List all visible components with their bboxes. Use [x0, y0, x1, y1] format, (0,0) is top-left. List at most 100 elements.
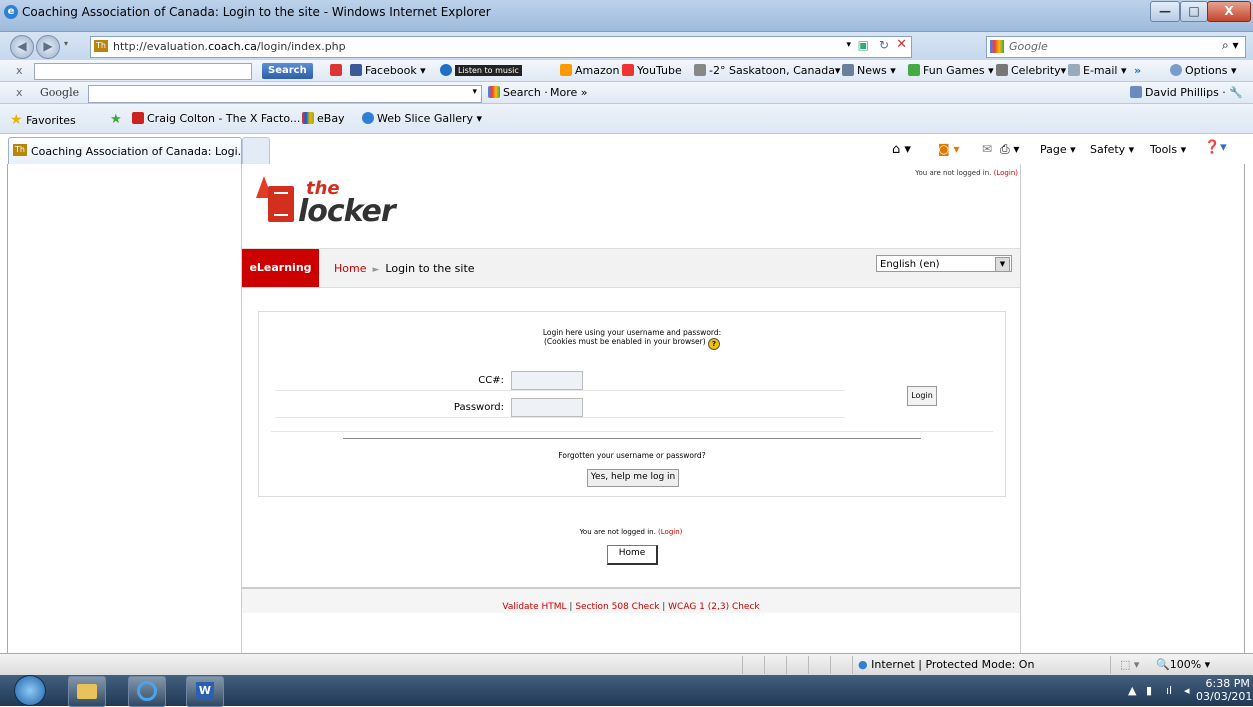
toolbar-item-weather[interactable]: -2° Saskatoon, Canada▾ [694, 64, 840, 77]
toolbar-options-button[interactable]: Options ▾ [1170, 64, 1236, 77]
google-toolbar-search-button[interactable]: Search · [488, 86, 548, 99]
google-toolbar-user-button[interactable]: David Phillips · 🔧 [1130, 86, 1243, 99]
security-zone[interactable]: ● Internet | Protected Mode: On [858, 658, 1034, 671]
toolbar-item-facebook[interactable]: Facebook ▾ [350, 64, 426, 77]
globe-icon: ● [858, 658, 868, 671]
favorites-button[interactable]: ★ Favorites [10, 112, 76, 128]
google-toolbar-more-button[interactable]: More » [550, 86, 588, 99]
wrench-icon[interactable]: 🔧 [1229, 86, 1243, 99]
nav-bar: eLearning Home ► Login to the site English… [242, 248, 1020, 288]
home-icon[interactable]: ⌂ ▾ [892, 142, 911, 157]
favorite-item-web-slice-gallery[interactable]: Web Slice Gallery ▾ [362, 112, 482, 125]
tab-label: Coaching Association of Canada: Logi... [31, 145, 249, 158]
toolbar-item-fun-games[interactable]: Fun Games ▾ [908, 64, 994, 77]
favorites-bar: ★ Favorites ★ Craig Colton - The X Facto… [0, 104, 1253, 134]
tray-volume-icon[interactable]: ◂ [1184, 684, 1190, 697]
favorite-item-ebay[interactable]: eBay [302, 112, 345, 125]
page-container: You are not logged in. (Login) the locke… [241, 164, 1021, 653]
minimize-button[interactable]: — [1150, 1, 1180, 22]
favorite-item-youtube[interactable]: Craig Colton - The X Facto... [132, 112, 300, 125]
ask-search-button[interactable]: Search [262, 63, 313, 79]
tab-active[interactable]: Th Coaching Association of Canada: Logi.… [8, 137, 248, 164]
toolbar-item-amazon[interactable]: Amazon [560, 64, 619, 77]
tab-favicon: Th [13, 144, 27, 156]
explorer-taskbar-icon[interactable] [68, 676, 106, 707]
google-search-provider-icon [990, 40, 1004, 53]
page-footer: Validate HTML | Section 508 Check | WCAG… [242, 587, 1020, 613]
close-button[interactable]: X [1207, 1, 1251, 22]
safety-menu-button[interactable]: Safety ▾ [1090, 143, 1134, 156]
login-status-top: You are not logged in. (Login) [915, 169, 1018, 177]
chevron-down-icon[interactable]: ▼ [995, 257, 1010, 272]
window-title-bar[interactable]: e Coaching Association of Canada: Login … [0, 0, 1253, 32]
tray-show-hidden-icon[interactable]: ▲ [1128, 684, 1136, 697]
ask-search-input[interactable] [34, 63, 252, 80]
toolbar-close-icon[interactable]: x [16, 64, 23, 77]
cc-number-input[interactable] [511, 371, 583, 390]
start-button[interactable] [14, 675, 46, 706]
ie-logo-icon: e [4, 5, 18, 19]
compatibility-view-icon[interactable]: ▣ [858, 38, 869, 52]
form-divider [275, 417, 845, 418]
home-button[interactable]: Home [607, 545, 658, 565]
the-locker-logo[interactable]: the locker [252, 172, 422, 232]
window-title: Coaching Association of Canada: Login to… [22, 5, 491, 19]
form-divider [275, 390, 845, 391]
new-tab-button[interactable] [242, 137, 270, 164]
read-mail-icon[interactable]: ✉ [982, 142, 992, 156]
help-me-log-in-button[interactable]: Yes, help me log in [587, 469, 679, 487]
address-dropdown-icon[interactable]: ▾ [846, 40, 851, 50]
tray-signal-icon[interactable]: ıl [1166, 684, 1172, 697]
login-link-bottom[interactable]: (Login) [658, 528, 682, 536]
book-icon [268, 186, 294, 222]
recent-pages-dropdown-icon[interactable]: ▾ [64, 39, 68, 48]
login-link-top[interactable]: (Login) [994, 169, 1018, 177]
horizontal-rule [343, 438, 921, 439]
zoom-level[interactable]: 🔍100% ▾ [1156, 658, 1210, 671]
elearning-tab[interactable]: eLearning [242, 249, 319, 287]
ie-taskbar-icon[interactable] [128, 676, 166, 707]
help-menu-icon[interactable]: ❓▾ [1204, 140, 1227, 155]
protected-mode-icon[interactable]: ⬚ ▾ [1120, 658, 1139, 671]
ask-toolbar: x Search Facebook ▾ Listen to music Amaz… [0, 60, 1253, 82]
forward-button[interactable]: ▶ [36, 35, 60, 59]
search-input[interactable]: Google [986, 36, 1246, 58]
login-instructions-line2: (Cookies must be enabled in your browser… [543, 337, 706, 346]
password-input[interactable] [511, 398, 583, 417]
tray-network-icon[interactable]: ▮ [1146, 684, 1152, 697]
back-button[interactable]: ◀ [10, 35, 34, 59]
language-select[interactable]: English (en) ▼ [876, 255, 1012, 272]
help-icon[interactable]: ? [708, 338, 721, 350]
stop-icon[interactable]: ✕ [896, 37, 907, 52]
form-divider [271, 431, 993, 432]
toolbar-item-news[interactable]: News ▾ [842, 64, 896, 77]
taskbar-clock[interactable]: 6:38 PM03/03/2012 [1196, 677, 1253, 703]
google-toolbar-search-input[interactable]: ▾ [88, 85, 482, 103]
section-508-link[interactable]: Section 508 Check [575, 602, 659, 612]
status-bar: ● Internet | Protected Mode: On ⬚ ▾ 🔍100… [0, 653, 1253, 675]
address-input[interactable]: Th http://evaluation.coach.ca/login/inde… [90, 36, 912, 58]
toolbar-item-youtube[interactable]: YouTube [622, 64, 682, 77]
page-menu-button[interactable]: Page ▾ [1040, 143, 1076, 156]
login-button[interactable]: Login [907, 386, 937, 406]
toolbar-overflow-button[interactable]: » [1134, 64, 1141, 77]
search-magnifier-icon[interactable]: ⌕ ▾ [1222, 38, 1239, 53]
windows-taskbar: W ▲ ▮ ıl ◂ 6:38 PM03/03/2012 [0, 675, 1253, 707]
wcag-check-link[interactable]: WCAG 1 (2,3) Check [668, 602, 760, 612]
google-toolbar-close-icon[interactable]: x [16, 86, 23, 99]
add-to-favorites-icon[interactable]: ★ [110, 112, 122, 127]
google-toolbar-brand: Google [40, 86, 80, 99]
print-icon[interactable]: ⎙ ▾ [1000, 142, 1019, 157]
toolbar-item-email[interactable]: E-mail ▾ [1068, 64, 1127, 77]
tools-menu-button[interactable]: Tools ▾ [1150, 143, 1186, 156]
validate-html-link[interactable]: Validate HTML [502, 602, 566, 612]
password-label: Password: [453, 402, 504, 413]
feeds-icon[interactable]: ◙ ▾ [938, 142, 959, 156]
listen-music-button[interactable]: Listen to music [440, 64, 522, 77]
maximize-button[interactable]: □ [1180, 1, 1208, 22]
word-taskbar-icon[interactable]: W [186, 676, 224, 707]
refresh-icon[interactable]: ↻ [879, 38, 889, 52]
toolbar-item-celebrity[interactable]: Celebrity▾ [996, 64, 1066, 77]
google-search-dropdown-icon[interactable]: ▾ [472, 87, 477, 97]
breadcrumb-home-link[interactable]: Home [334, 262, 366, 275]
